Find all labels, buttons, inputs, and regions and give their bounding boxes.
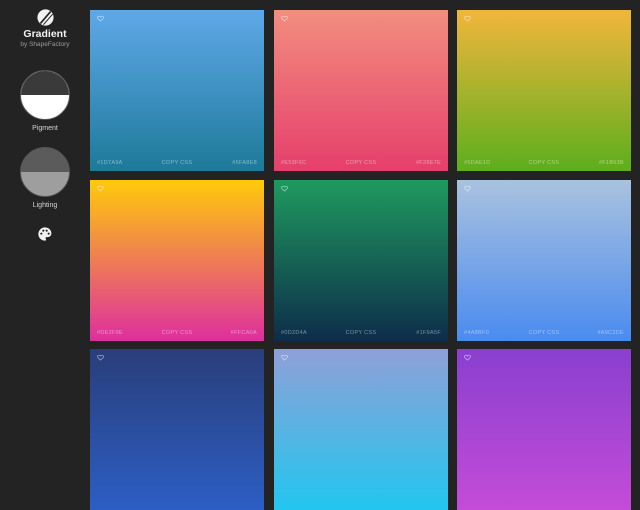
card-footer: #DE2F9E COPY CSS #FFCA0A <box>97 326 257 336</box>
card-footer: #0D2D4A COPY CSS #1F9A5F <box>281 326 441 336</box>
pigment-level <box>21 71 69 95</box>
sidebar: Gradient by ShapeFactory Pigment Lightin… <box>0 0 90 400</box>
lighting-control[interactable]: Lighting <box>20 147 70 209</box>
hex-to[interactable]: #FFCA0A <box>231 330 257 336</box>
heart-icon[interactable] <box>281 185 288 192</box>
lighting-label: Lighting <box>32 202 58 209</box>
app-subtitle: by ShapeFactory <box>20 41 70 48</box>
gradient-card[interactable]: #5DAE1D COPY CSS #F1B63B <box>457 10 631 171</box>
app-logo[interactable]: Gradient by ShapeFactory <box>0 9 90 49</box>
gradient-logo-icon <box>36 9 54 26</box>
pigment-label: Pigment <box>32 125 58 132</box>
heart-icon[interactable] <box>281 354 288 361</box>
heart-icon[interactable] <box>464 354 471 361</box>
gradient-card[interactable]: #E53F6C COPY CSS #F28E7E <box>274 10 448 171</box>
gradient-card[interactable] <box>457 349 631 510</box>
heart-icon[interactable] <box>464 15 471 22</box>
pigment-dial[interactable] <box>20 70 70 120</box>
hex-to[interactable]: #F28E7E <box>416 160 441 166</box>
gradient-card[interactable] <box>90 349 264 510</box>
gradient-card[interactable]: #0D2D4A COPY CSS #1F9A5F <box>274 180 448 341</box>
app-title: Gradient <box>23 28 67 40</box>
heart-icon[interactable] <box>97 185 104 192</box>
heart-icon[interactable] <box>97 15 104 22</box>
card-footer: #1D7A9A COPY CSS #5FA8E8 <box>97 156 257 166</box>
hex-to[interactable]: #A9C2DE <box>597 330 624 336</box>
card-footer: #4A8BF0 COPY CSS #A9C2DE <box>464 326 624 336</box>
hex-to[interactable]: #F1B63B <box>599 160 624 166</box>
pigment-control[interactable]: Pigment <box>20 70 70 132</box>
lighting-dial[interactable] <box>20 147 70 197</box>
hex-to[interactable]: #1F9A5F <box>416 330 441 336</box>
hex-to[interactable]: #5FA8E8 <box>232 160 257 166</box>
gradient-card[interactable]: #1D7A9A COPY CSS #5FA8E8 <box>90 10 264 171</box>
card-footer: #5DAE1D COPY CSS #F1B63B <box>464 156 624 166</box>
heart-icon[interactable] <box>281 15 288 22</box>
heart-icon[interactable] <box>97 354 104 361</box>
gradient-card[interactable]: #4A8BF0 COPY CSS #A9C2DE <box>457 180 631 341</box>
gradient-card[interactable] <box>274 349 448 510</box>
palette-icon[interactable] <box>37 226 53 242</box>
gradient-card[interactable]: #DE2F9E COPY CSS #FFCA0A <box>90 180 264 341</box>
card-footer: #E53F6C COPY CSS #F28E7E <box>281 156 441 166</box>
heart-icon[interactable] <box>464 185 471 192</box>
